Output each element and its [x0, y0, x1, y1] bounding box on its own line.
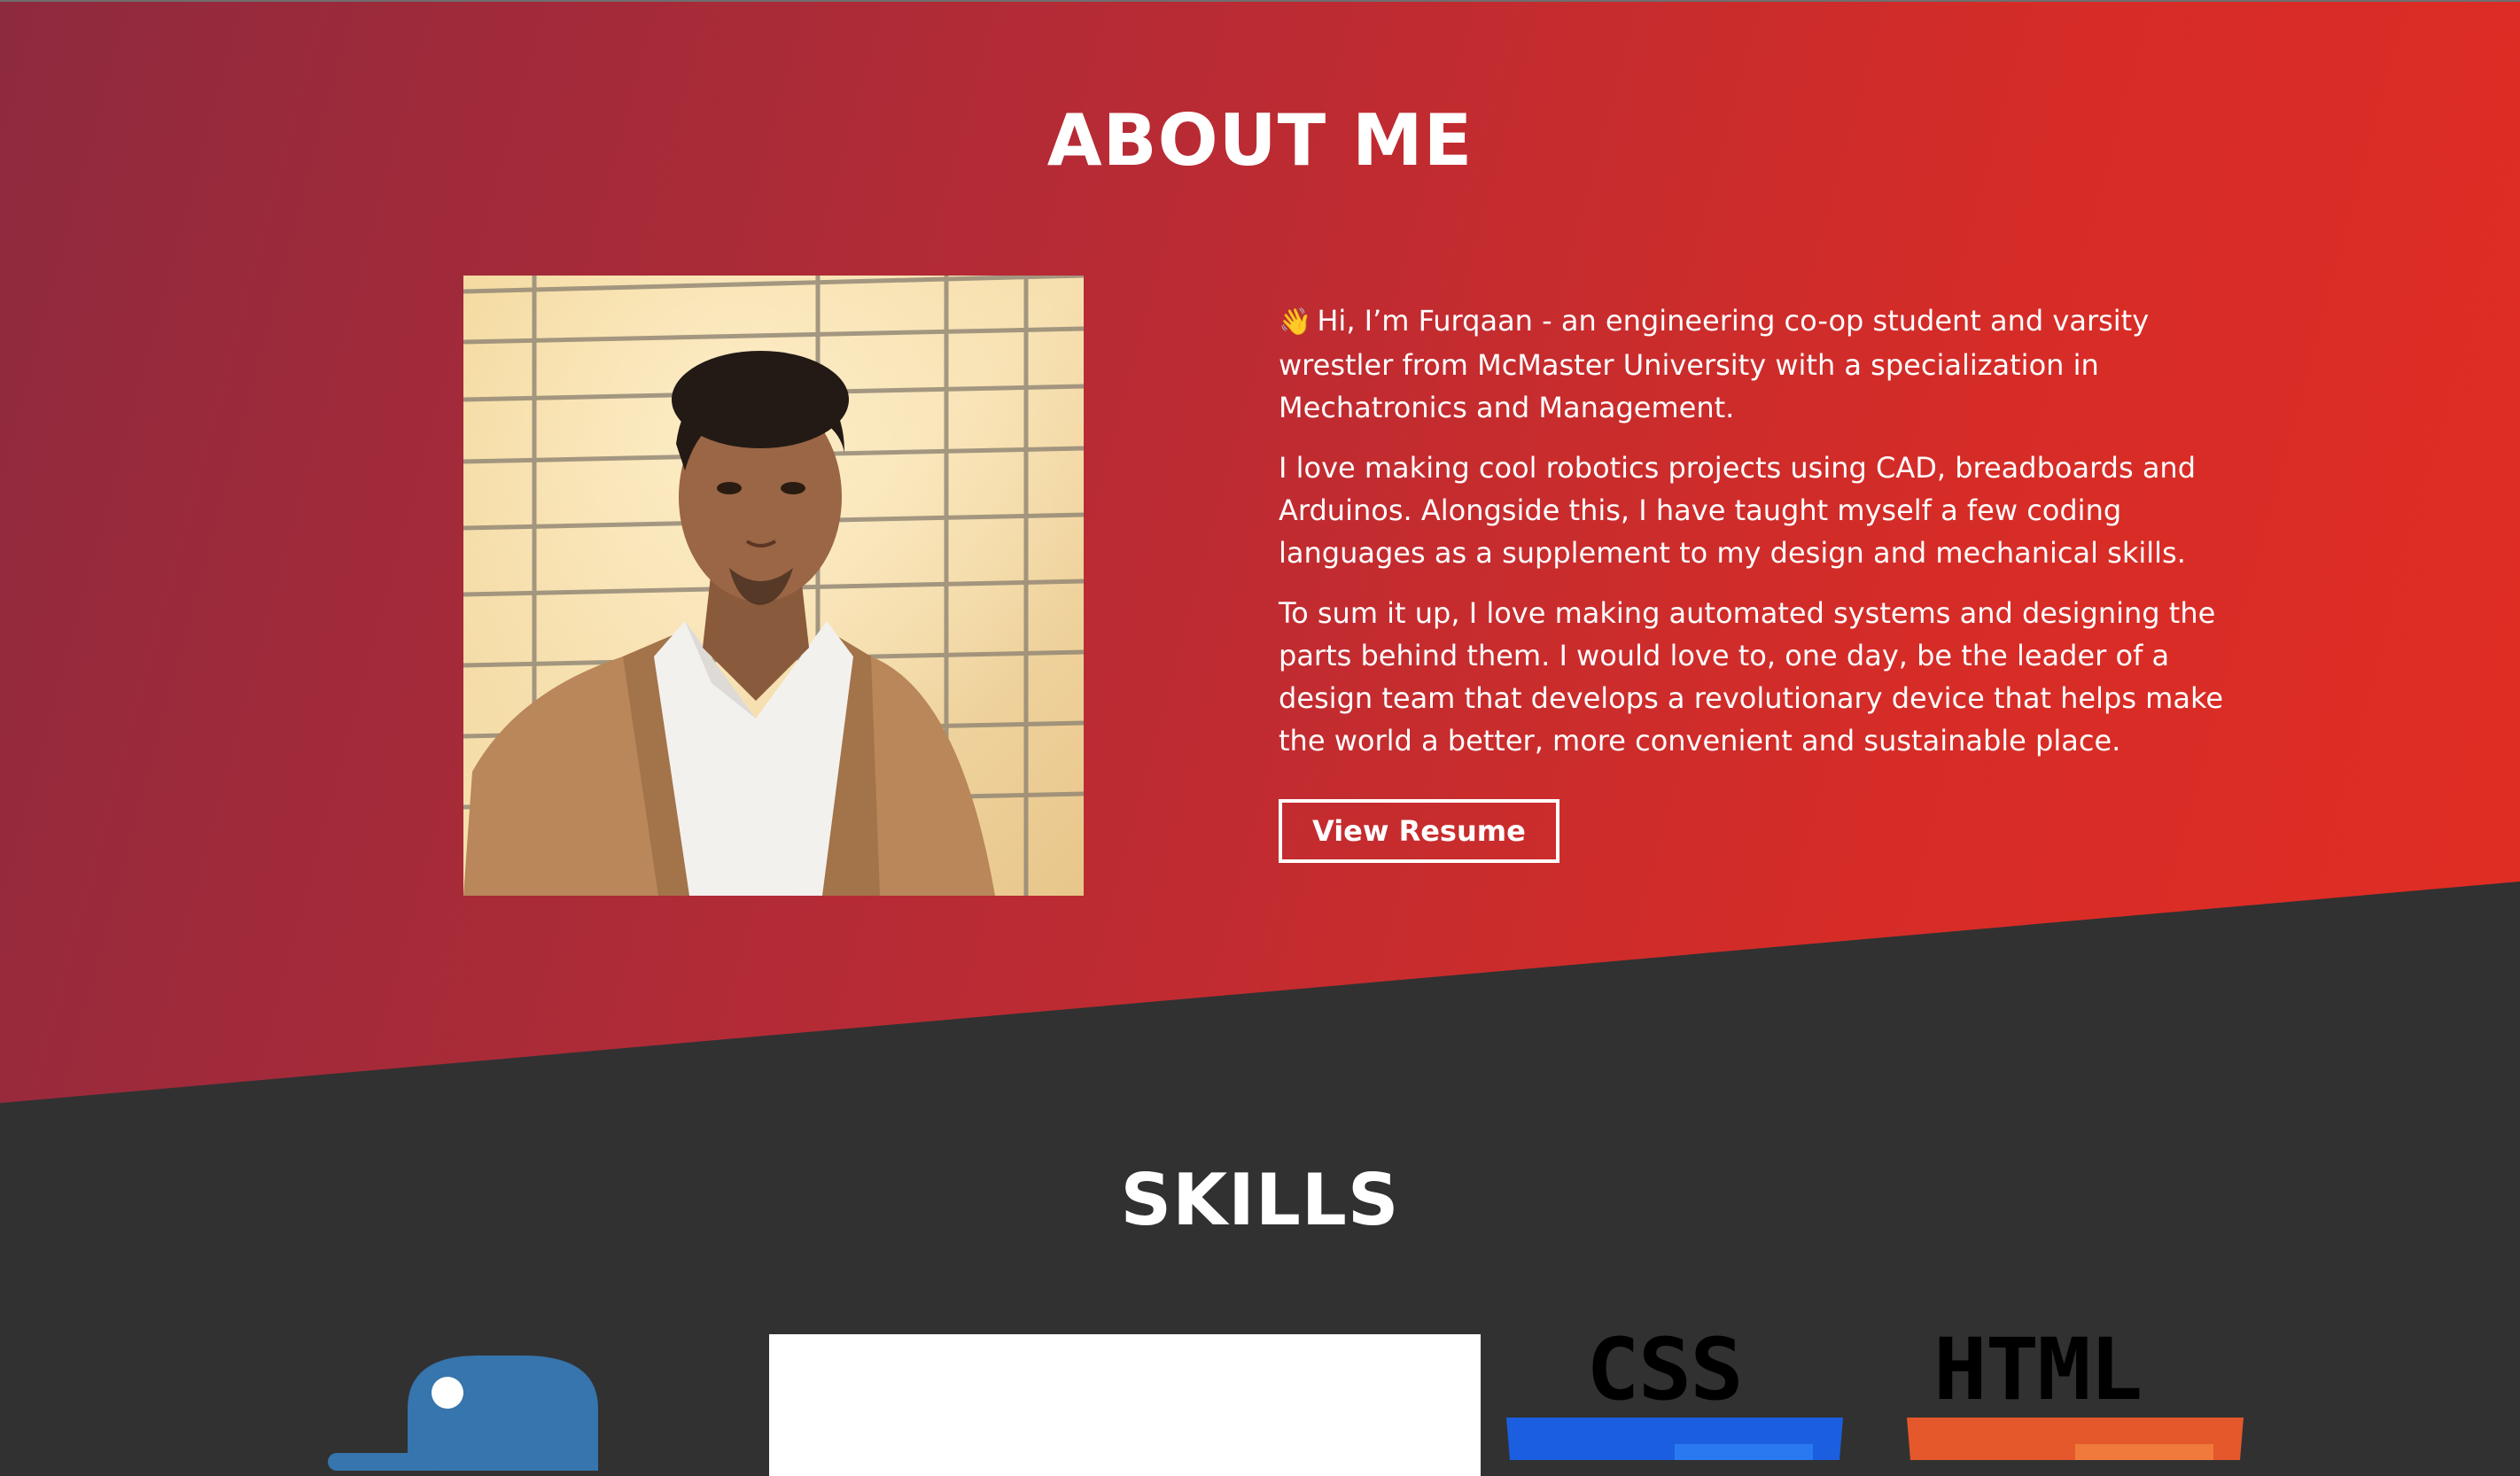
- skills-title: SKILLS: [1120, 1159, 1400, 1241]
- css-logo-icon: [1506, 1418, 1843, 1460]
- waving-hand-icon: 👋: [1279, 307, 1312, 338]
- view-resume-button[interactable]: View Resume: [1279, 799, 1559, 863]
- css-label: CSS: [1586, 1320, 1744, 1419]
- python-logo-icon: [328, 1356, 603, 1471]
- top-divider: [0, 0, 2520, 2]
- profile-photo: [463, 276, 1084, 896]
- about-paragraph-2: I love making cool robotics projects usi…: [1279, 451, 2197, 570]
- about-title: ABOUT ME: [1046, 99, 1474, 182]
- skill-card: [769, 1334, 1481, 1476]
- about-paragraph-3: To sum it up, I love making automated sy…: [1279, 596, 2224, 757]
- about-paragraph-1: 👋 Hi, I’m Furqaan - an engineering co-op …: [1279, 304, 2150, 424]
- html-label: HTML: [1933, 1320, 2143, 1419]
- about-text: 👋 Hi, I’m Furqaan - an engineering co-op …: [1279, 299, 2244, 863]
- html-logo-icon: [1907, 1418, 2244, 1460]
